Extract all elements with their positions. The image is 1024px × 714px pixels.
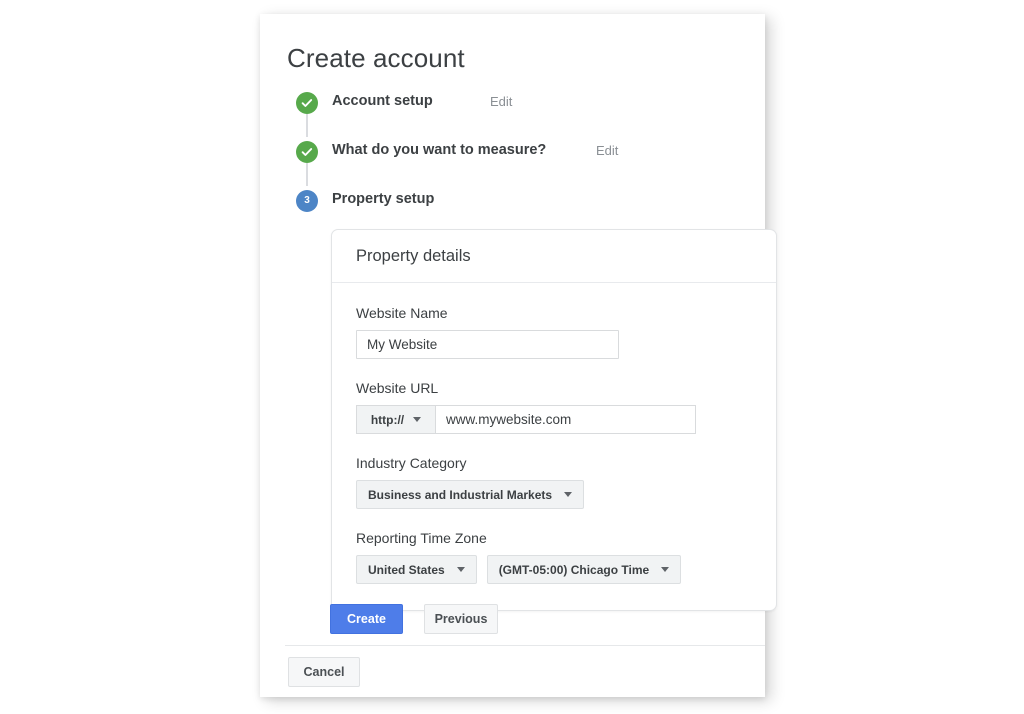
stepper-step-account-setup[interactable]: Account setup Edit (296, 88, 756, 137)
url-protocol-value: http:// (370, 412, 405, 427)
website-name-input[interactable]: My Website (356, 330, 619, 359)
step-edit-link[interactable]: Edit (490, 94, 512, 109)
field-industry-category: Industry Category Business and Industria… (356, 455, 752, 509)
timezone-zone-select[interactable]: (GMT-05:00) Chicago Time (486, 555, 682, 584)
card-title: Property details (356, 246, 471, 265)
field-website-url: Website URL http:// www.mywebsite.com (356, 380, 752, 434)
step-label: What do you want to measure? (332, 142, 547, 158)
cancel-button[interactable]: Cancel (288, 657, 360, 687)
step-label: Property setup (332, 191, 435, 207)
step-connector-line (306, 114, 308, 137)
check-icon (301, 148, 313, 156)
timezone-country-select[interactable]: United States (356, 555, 477, 584)
card-header: Property details (332, 230, 776, 283)
website-url-label: Website URL (356, 380, 439, 396)
chevron-down-icon (413, 417, 422, 422)
create-account-panel: Create account Account setup Edit What d… (260, 14, 777, 697)
step-label: Account setup (332, 93, 433, 109)
step-connector-line (306, 163, 308, 186)
chevron-down-icon (661, 567, 670, 572)
reporting-time-zone-label: Reporting Time Zone (356, 530, 487, 546)
property-details-card: Property details Website Name My Website… (331, 229, 777, 611)
step-complete-check-icon (296, 141, 318, 163)
field-reporting-time-zone: Reporting Time Zone United States (GMT-0… (356, 530, 752, 584)
timezone-zone-value: (GMT-05:00) Chicago Time (498, 562, 650, 577)
industry-category-value: Business and Industrial Markets (368, 487, 553, 502)
url-protocol-select[interactable]: http:// (356, 405, 435, 434)
check-icon (301, 99, 313, 107)
website-url-input[interactable]: www.mywebsite.com (435, 405, 696, 434)
website-name-label: Website Name (356, 305, 448, 321)
chevron-down-icon (456, 567, 465, 572)
reporting-time-zone-row: United States (GMT-05:00) Chicago Time (356, 555, 752, 584)
industry-category-label: Industry Category (356, 455, 467, 471)
page-title: Create account (287, 43, 465, 73)
card-body: Website Name My Website Website URL http… (332, 283, 776, 610)
chevron-down-icon (564, 492, 573, 497)
field-website-name: Website Name My Website (356, 305, 752, 359)
stepper-step-property-setup[interactable]: 3 Property setup (296, 186, 756, 235)
stepper-step-what-to-measure[interactable]: What do you want to measure? Edit (296, 137, 756, 186)
step-edit-link[interactable]: Edit (596, 143, 618, 158)
create-button[interactable]: Create (330, 604, 403, 634)
timezone-country-value: United States (368, 562, 445, 577)
footer-divider (285, 645, 765, 646)
industry-category-select[interactable]: Business and Industrial Markets (356, 480, 585, 509)
stepper: Account setup Edit What do you want to m… (296, 88, 756, 235)
step-complete-check-icon (296, 92, 318, 114)
form-actions: Create Previous (330, 604, 498, 634)
previous-button[interactable]: Previous (424, 604, 498, 634)
step-number-badge: 3 (296, 190, 318, 212)
website-url-row: http:// www.mywebsite.com (356, 405, 752, 434)
